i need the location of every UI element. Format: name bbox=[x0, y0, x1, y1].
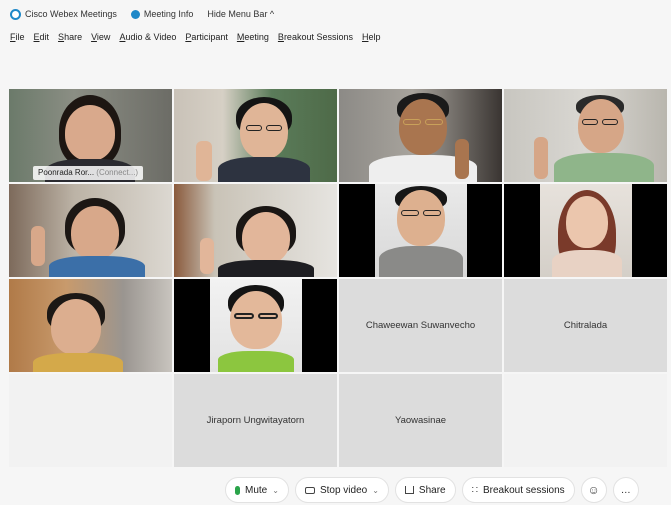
menu-meeting[interactable]: Meeting bbox=[237, 32, 269, 48]
menu-audio-video[interactable]: Audio & Video bbox=[119, 32, 176, 48]
participant-name: Yaowasinae bbox=[394, 415, 447, 426]
chevron-down-icon[interactable]: ⌄ bbox=[272, 486, 279, 495]
participant-video bbox=[504, 89, 667, 182]
smiley-icon: ☺ bbox=[587, 483, 600, 497]
menu-edit[interactable]: Edit bbox=[34, 32, 50, 48]
menu-bar: File Edit Share View Audio & Video Parti… bbox=[0, 32, 381, 48]
app-title: Cisco Webex Meetings bbox=[10, 8, 117, 20]
breakout-label: Breakout sessions bbox=[482, 484, 565, 496]
share-label: Share bbox=[418, 484, 446, 496]
stop-video-button[interactable]: Stop video ⌄ bbox=[294, 477, 389, 503]
info-icon bbox=[130, 9, 140, 19]
menu-view[interactable]: View bbox=[91, 32, 110, 48]
hide-menu-bar-label: Hide Menu Bar ^ bbox=[207, 9, 275, 19]
participant-video bbox=[339, 89, 502, 182]
empty-tile bbox=[504, 374, 667, 467]
participant-video bbox=[9, 184, 172, 277]
video-grid: Poonrada Ror... (Connect...) Chaweewan S… bbox=[9, 89, 667, 471]
participant-video bbox=[9, 279, 172, 372]
share-button[interactable]: Share bbox=[394, 477, 456, 503]
video-tile-no-video[interactable]: Jiraporn Ungwitayatorn bbox=[174, 374, 337, 467]
meeting-controls: Mute ⌄ Stop video ⌄ Share ∷ Breakout ses… bbox=[225, 476, 639, 504]
hide-menu-bar-button[interactable]: Hide Menu Bar ^ bbox=[207, 9, 274, 19]
video-tile[interactable] bbox=[339, 89, 502, 182]
video-tile[interactable] bbox=[174, 184, 337, 277]
active-speaker-name: Poonrada Ror... bbox=[38, 168, 95, 177]
active-speaker-name-label: Poonrada Ror... (Connect...) bbox=[33, 166, 144, 180]
video-tile[interactable] bbox=[504, 89, 667, 182]
menu-file[interactable]: File bbox=[10, 32, 25, 48]
breakout-icon: ∷ bbox=[471, 484, 478, 496]
video-tile[interactable] bbox=[339, 184, 502, 277]
active-speaker-status: (Connect...) bbox=[96, 168, 139, 177]
stop-video-label: Stop video bbox=[319, 484, 368, 496]
more-options-button[interactable]: … bbox=[612, 477, 639, 503]
menu-help[interactable]: Help bbox=[362, 32, 381, 48]
participant-name: Jiraporn Ungwitayatorn bbox=[206, 415, 305, 426]
participant-video bbox=[174, 89, 337, 182]
menu-breakout-sessions[interactable]: Breakout Sessions bbox=[278, 32, 353, 48]
empty-tile bbox=[9, 374, 172, 467]
webex-logo-icon bbox=[10, 8, 21, 20]
participant-video bbox=[174, 279, 337, 372]
video-tile-active-speaker[interactable]: Poonrada Ror... (Connect...) bbox=[9, 89, 172, 182]
mute-label: Mute bbox=[245, 484, 268, 496]
video-tile[interactable] bbox=[9, 279, 172, 372]
mute-button[interactable]: Mute ⌄ bbox=[225, 477, 289, 503]
video-tile[interactable] bbox=[9, 184, 172, 277]
video-tile[interactable] bbox=[174, 89, 337, 182]
video-tile-no-video[interactable]: Chitralada bbox=[504, 279, 667, 372]
reactions-button[interactable]: ☺ bbox=[580, 477, 607, 503]
video-tile[interactable] bbox=[504, 184, 667, 277]
camera-icon bbox=[304, 486, 315, 494]
video-tile[interactable] bbox=[174, 279, 337, 372]
chevron-down-icon[interactable]: ⌄ bbox=[372, 486, 379, 495]
breakout-sessions-button[interactable]: ∷ Breakout sessions bbox=[461, 477, 575, 503]
menu-share[interactable]: Share bbox=[58, 32, 82, 48]
share-icon bbox=[404, 486, 414, 494]
menu-participant[interactable]: Participant bbox=[185, 32, 228, 48]
app-name: Cisco Webex Meetings bbox=[25, 9, 117, 19]
participant-video bbox=[174, 184, 337, 277]
meeting-info-button[interactable]: Meeting Info bbox=[130, 9, 194, 19]
participant-video bbox=[504, 184, 667, 277]
meeting-info-label: Meeting Info bbox=[143, 9, 194, 19]
video-tile-no-video[interactable]: Chaweewan Suwanvecho bbox=[339, 279, 502, 372]
more-icon: … bbox=[620, 484, 631, 496]
microphone-icon bbox=[235, 485, 240, 495]
participant-video bbox=[339, 184, 502, 277]
title-bar: Cisco Webex Meetings Meeting Info Hide M… bbox=[0, 0, 671, 28]
video-tile-no-video[interactable]: Yaowasinae bbox=[339, 374, 502, 467]
participant-name: Chaweewan Suwanvecho bbox=[365, 320, 476, 331]
participant-name: Chitralada bbox=[563, 320, 608, 331]
